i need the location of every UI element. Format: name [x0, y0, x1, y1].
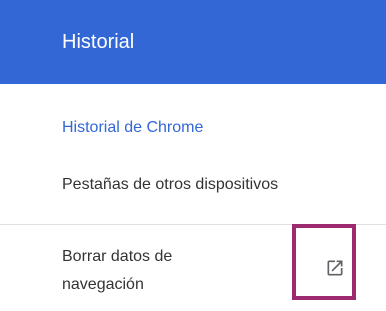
sidebar-item-clear-browsing-data[interactable]: Borrar datos de navegación [62, 243, 232, 299]
highlight-box [292, 224, 356, 300]
sidebar-item-chrome-history[interactable]: Historial de Chrome [62, 118, 203, 138]
page-title: Historial [62, 31, 135, 53]
open-in-new-icon[interactable] [325, 258, 345, 278]
history-page: Historial Historial de Chrome Pestañas d… [0, 0, 386, 311]
sidebar-item-other-devices[interactable]: Pestañas de otros dispositivos [62, 175, 278, 195]
header-bar: Historial [0, 0, 386, 84]
